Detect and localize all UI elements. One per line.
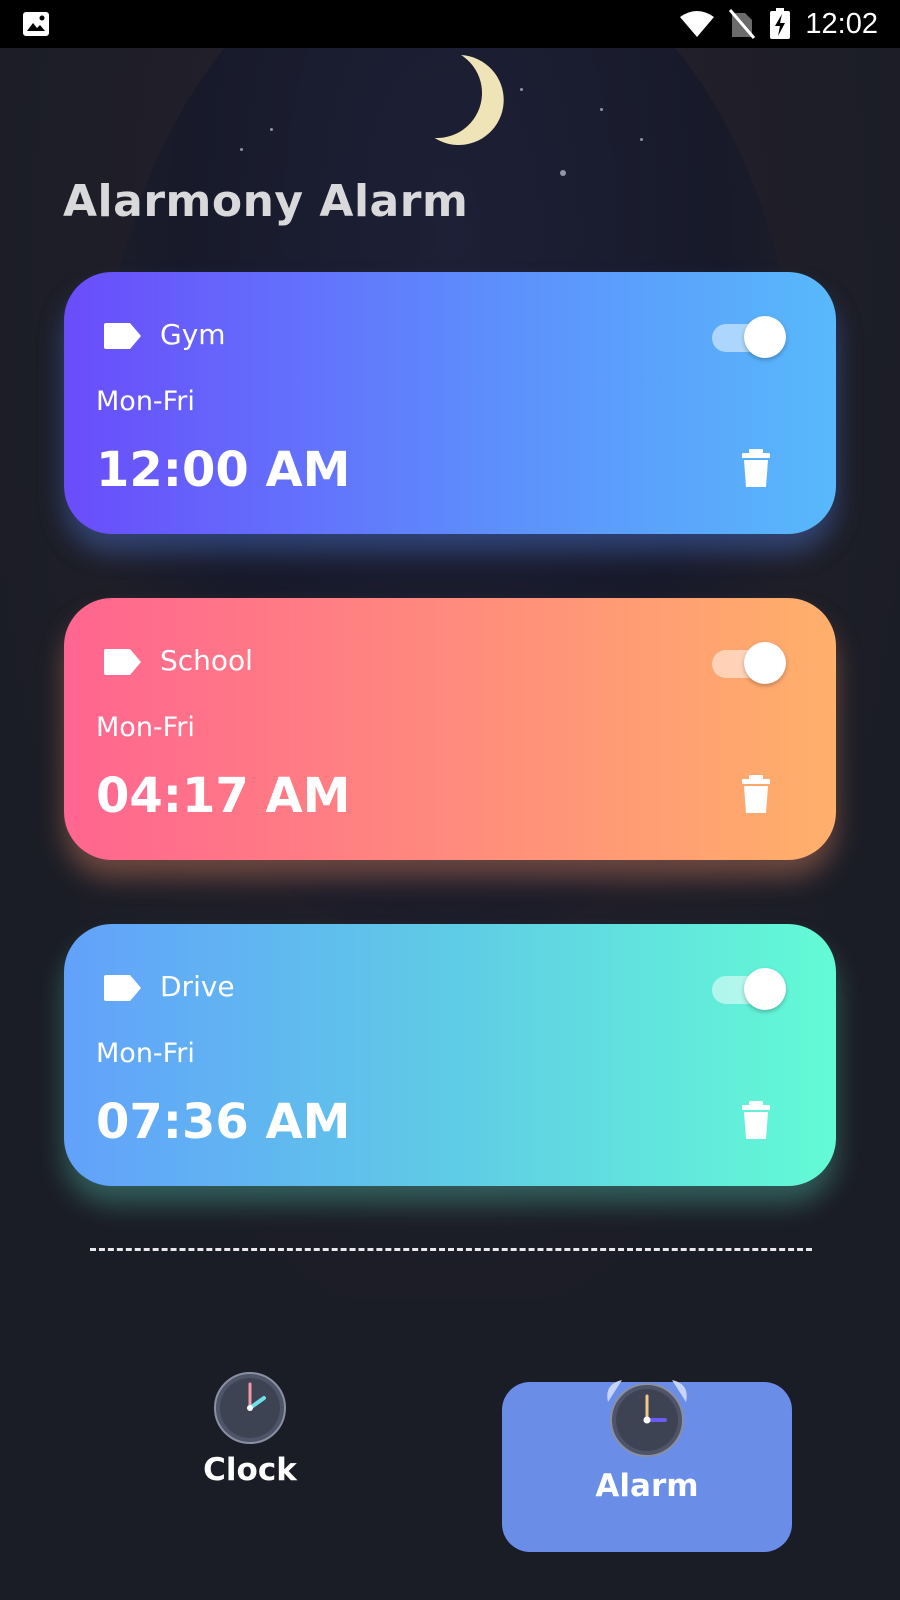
alarm-time: 04:17 AM bbox=[96, 768, 351, 824]
star bbox=[640, 138, 643, 141]
alarm-label: Gym bbox=[160, 318, 226, 351]
nav-label-alarm: Alarm bbox=[595, 1468, 699, 1504]
label-tag-icon bbox=[104, 975, 141, 1001]
nav-item-alarm[interactable]: Alarm bbox=[502, 1380, 792, 1552]
delete-alarm-button[interactable] bbox=[739, 448, 773, 488]
star bbox=[520, 88, 523, 91]
alarm-days: Mon-Fri bbox=[96, 386, 195, 417]
alarm-clock-icon bbox=[607, 1380, 687, 1457]
alarm-label: School bbox=[160, 644, 253, 677]
nav-item-clock[interactable]: Clock bbox=[150, 1370, 350, 1520]
no-sim-icon bbox=[729, 9, 756, 39]
alarm-time: 07:36 AM bbox=[96, 1094, 351, 1150]
battery-charging-icon bbox=[770, 8, 791, 39]
alarm-card-gym[interactable]: Gym Mon-Fri 12:00 AM bbox=[64, 272, 836, 534]
toggle-knob bbox=[744, 968, 786, 1010]
list-end-divider bbox=[90, 1248, 812, 1251]
alarm-time: 12:00 AM bbox=[96, 442, 351, 498]
alarm-days: Mon-Fri bbox=[96, 712, 195, 743]
delete-alarm-button[interactable] bbox=[739, 774, 773, 814]
alarm-toggle[interactable] bbox=[712, 316, 786, 358]
alarm-toggle[interactable] bbox=[712, 642, 786, 684]
alarm-toggle[interactable] bbox=[712, 968, 786, 1010]
star bbox=[600, 108, 603, 111]
bottom-nav: Clock Alarm bbox=[0, 1298, 900, 1600]
star bbox=[240, 148, 243, 151]
wifi-icon bbox=[680, 11, 715, 37]
toggle-knob bbox=[744, 642, 786, 684]
alarm-card-drive[interactable]: Drive Mon-Fri 07:36 AM bbox=[64, 924, 836, 1186]
toggle-knob bbox=[744, 316, 786, 358]
status-time: 12:02 bbox=[805, 7, 878, 40]
label-tag-icon bbox=[104, 649, 141, 675]
clock-icon bbox=[214, 1372, 286, 1444]
status-bar: 12:02 bbox=[0, 0, 900, 48]
delete-alarm-button[interactable] bbox=[739, 1100, 773, 1140]
image-icon bbox=[23, 12, 49, 36]
alarm-days: Mon-Fri bbox=[96, 1038, 195, 1069]
nav-label-clock: Clock bbox=[203, 1452, 297, 1488]
alarm-card-school[interactable]: School Mon-Fri 04:17 AM bbox=[64, 598, 836, 860]
page-title: Alarmony Alarm bbox=[63, 176, 469, 227]
alarm-label: Drive bbox=[160, 970, 235, 1003]
star bbox=[270, 128, 273, 131]
label-tag-icon bbox=[104, 323, 141, 349]
star bbox=[560, 170, 566, 176]
